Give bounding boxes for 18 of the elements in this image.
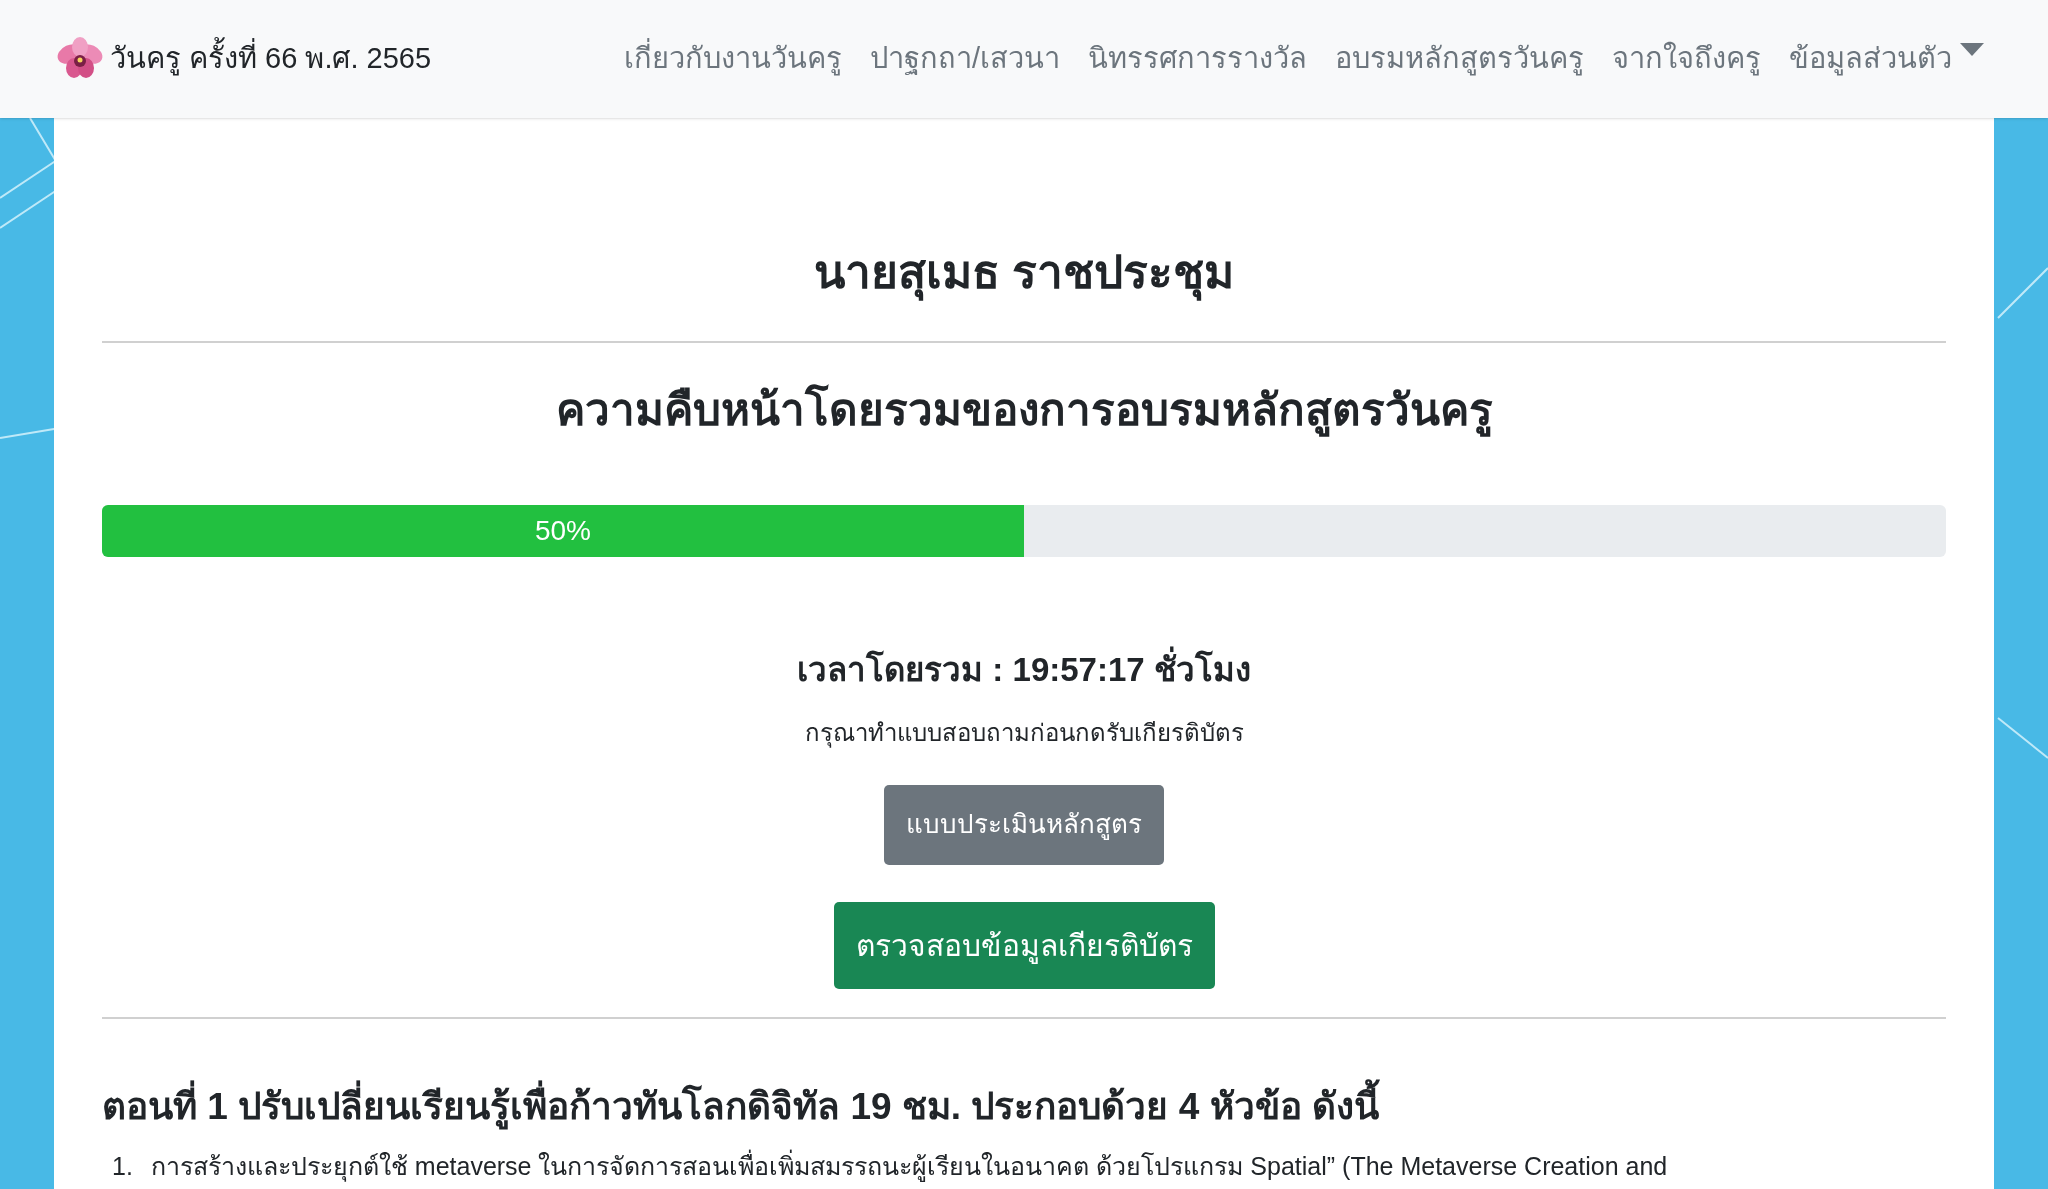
nav-link[interactable]: อบรมหลักสูตรวันครู: [1321, 37, 1598, 81]
brand-title[interactable]: วันครู ครั้งที่ 66 พ.ศ. 2565: [110, 37, 432, 81]
note-text: กรุณาทำแบบสอบถามก่อนกดรับเกียรติบัตร: [804, 717, 1244, 750]
nav-link[interactable]: เกี่ยวกับงานวันครู: [609, 37, 856, 81]
nav-link[interactable]: จากใจถึงครู: [1598, 37, 1775, 81]
nav-link[interactable]: นิทรรศการรางวัล: [1074, 37, 1321, 81]
person-name: นายสุเมธ ราชประชุม: [813, 238, 1235, 307]
list-number: 1.: [112, 1151, 133, 1182]
section-heading: ตอนที่ 1 ปรับเปลี่ยนเรียนรู้เพื่อก้าวทันโลกดิจิทัล 19 ชม. ประกอบด้วย 4 หัวข้อ ดังนี้: [102, 1078, 1379, 1134]
nav-dropdown[interactable]: ข้อมูลส่วนตัว: [1775, 37, 1984, 81]
list-item-text: การสร้างและประยุกต์ใช้ metaverse ในการจัดการสอนเพื่อเพิ่มสมรรถนะผู้เรียนในอนาคต ด้วยโปรแกรม Spatial” (The Metaverse Creation and: [150, 1148, 1668, 1186]
certificate-button[interactable]: ตรวจสอบข้อมูลเกียรติบัตร: [833, 901, 1215, 989]
progress-label: 50%: [534, 514, 591, 548]
caret-icon: [1960, 43, 1984, 58]
nav-link[interactable]: ปาฐกถา/เสวนา: [855, 37, 1074, 81]
progress-title: ความคืบหน้าโดยรวมของการอบรมหลักสูตรวันครู: [555, 377, 1493, 443]
survey-button[interactable]: แบบประเมินหลักสูตร: [884, 784, 1164, 865]
total-time: เวลาโดยรวม : 19:57:17 ชั่วโมง: [797, 645, 1251, 695]
